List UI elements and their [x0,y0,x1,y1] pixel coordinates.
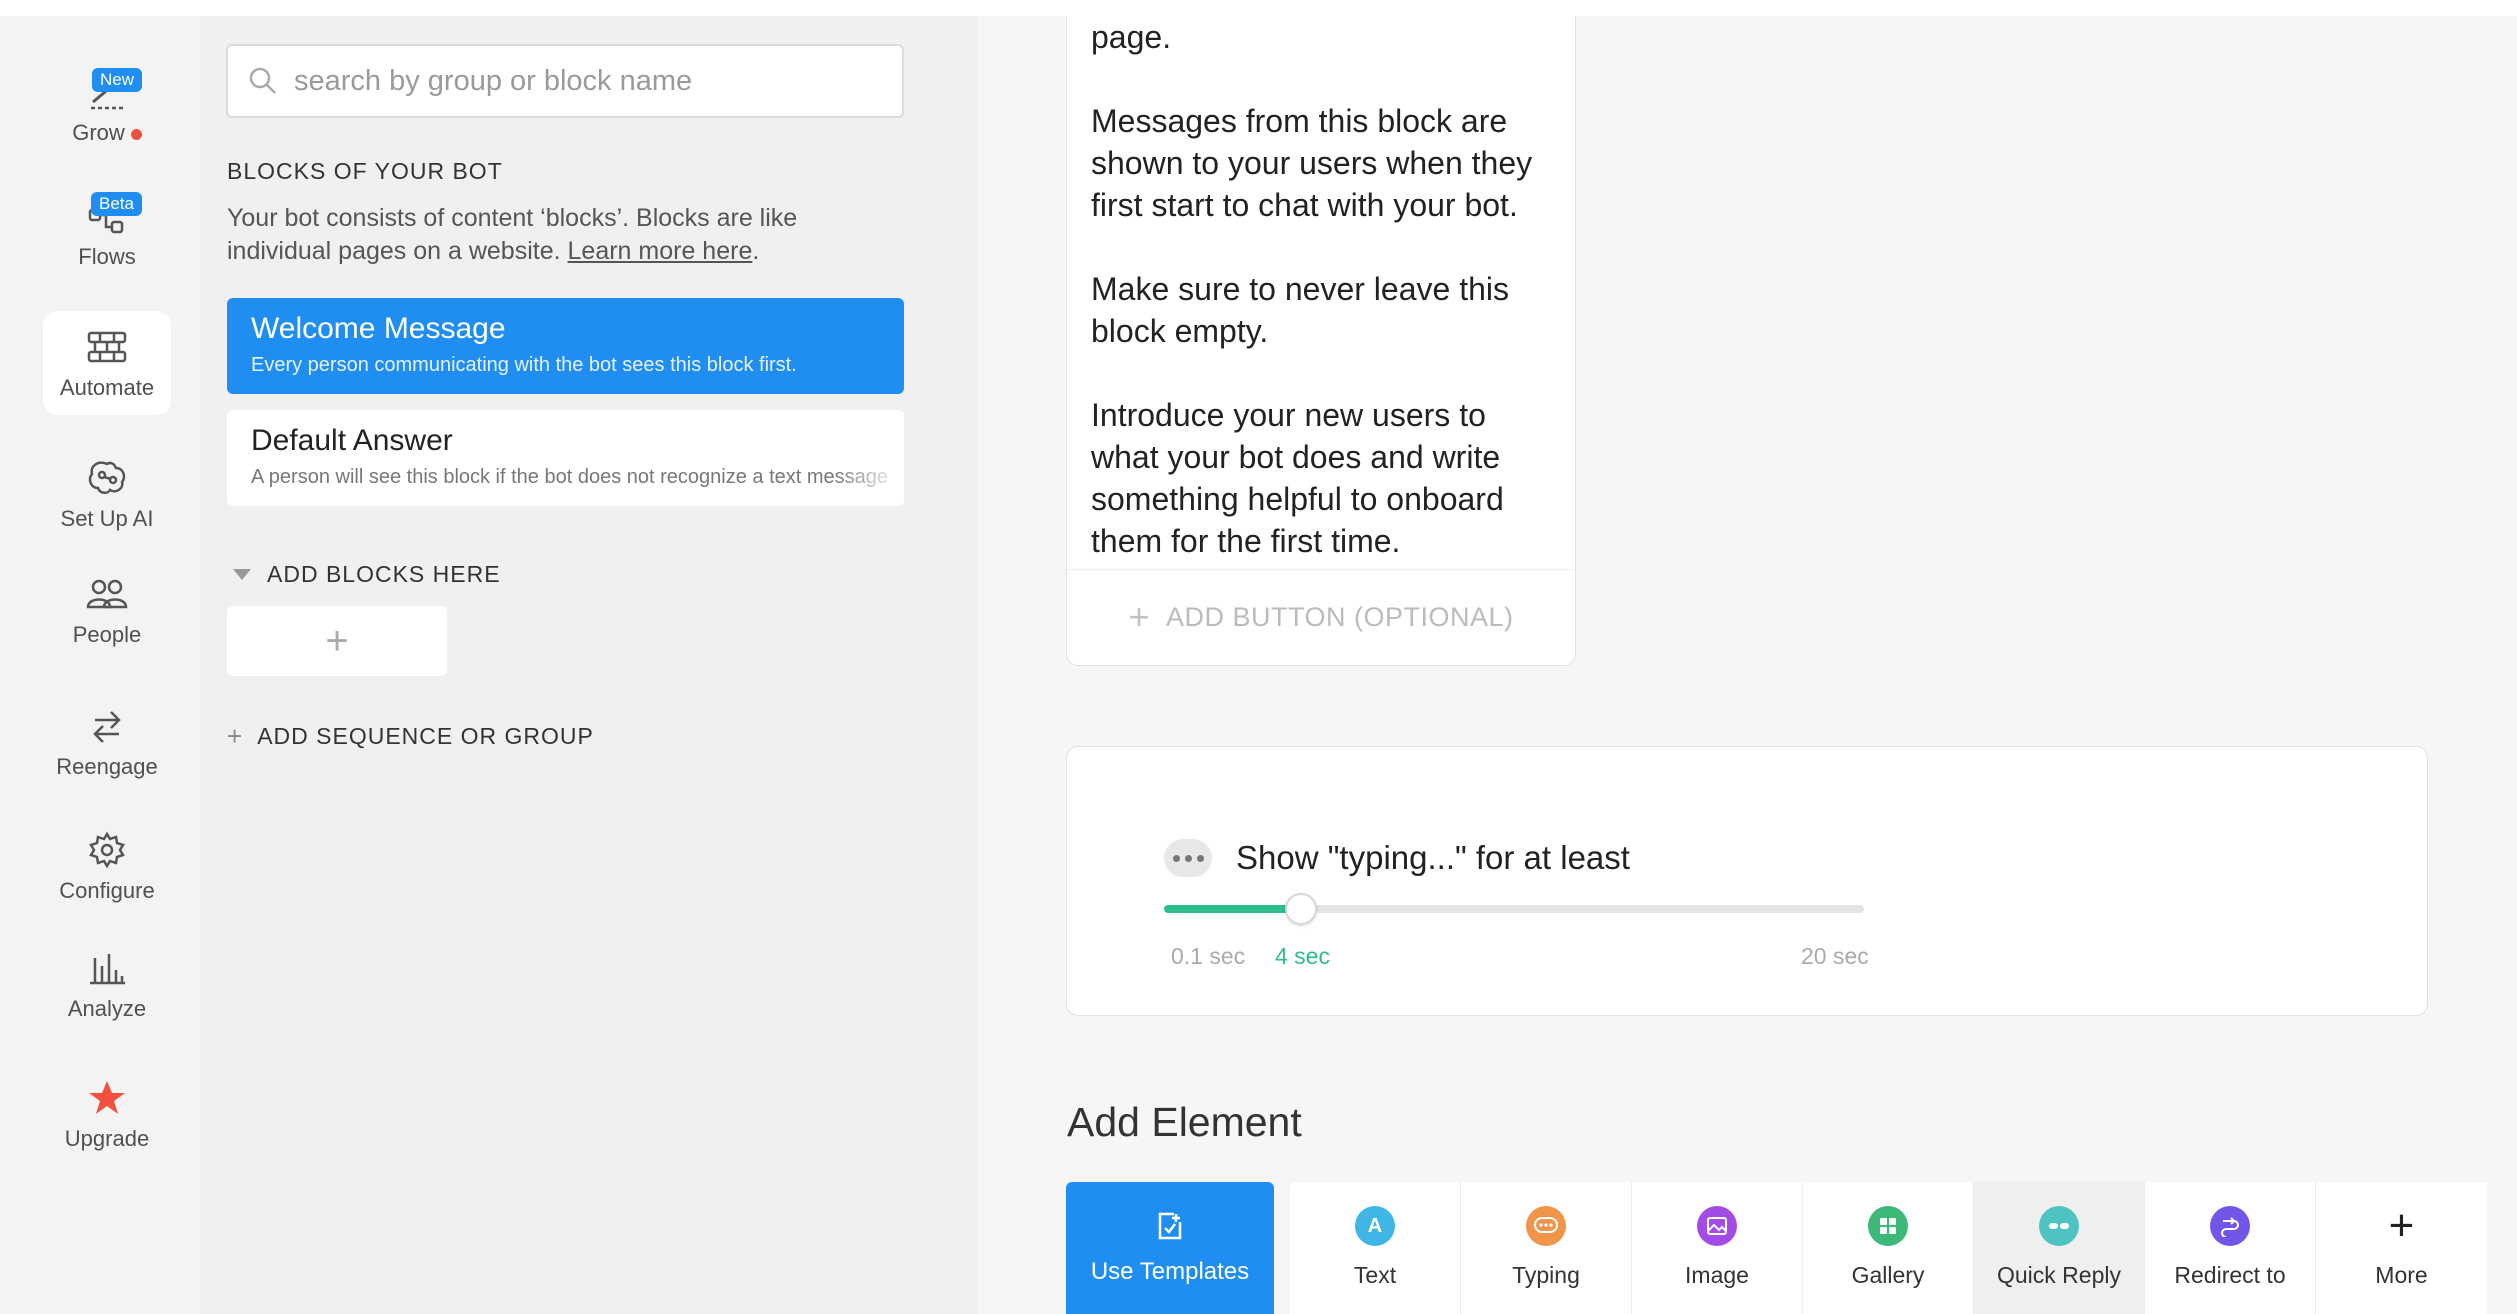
plus-icon: + [227,721,244,751]
nav-label-flows: Flows [78,244,136,269]
learn-more-link[interactable]: Learn more here [568,237,753,265]
add-button-optional[interactable]: + ADD BUTTON (OPTIONAL) [1067,596,1575,638]
add-blocks-title: ADD BLOCKS HERE [267,561,501,587]
add-button-label: ADD BUTTON (OPTIONAL) [1166,601,1514,632]
add-element-bar: Use Templates A Text Typing Image Galler… [1066,1182,2487,1314]
nav-label-reengage: Reengage [56,754,158,779]
block-default-answer[interactable]: Default Answer A person will see this bl… [227,410,904,506]
element-label: Redirect to [2174,1262,2286,1288]
search-input[interactable] [294,64,894,98]
add-gallery-button[interactable]: Gallery [1803,1182,1974,1314]
plus-icon: + [2388,1201,2415,1250]
search-icon [249,67,276,94]
nav-item-automate[interactable]: Automate [43,311,171,415]
nav-item-grow[interactable]: New Grow [43,56,171,160]
nav-label-automate: Automate [59,375,155,400]
quick-reply-icon [2039,1206,2079,1246]
block-title: Welcome Message [251,312,506,345]
add-block-button[interactable]: + [227,606,447,676]
add-typing-button[interactable]: Typing [1461,1182,1632,1314]
typing-title: Show "typing..." for at least [1236,839,1630,876]
more-elements-button[interactable]: + More [2316,1182,2487,1314]
collapse-triangle-icon [233,569,251,580]
plus-icon: + [1128,596,1150,637]
grow-icon: New [85,68,142,114]
add-text-button[interactable]: A Text [1290,1182,1461,1314]
nav-label-configure: Configure [59,878,155,903]
element-label: Quick Reply [1997,1262,2121,1288]
blocks-description: Your bot consists of content ‘blocks’. B… [227,204,798,265]
add-redirect-button[interactable]: Redirect to [2145,1182,2316,1314]
typing-dots-icon [1164,839,1212,877]
element-label: Image [1685,1262,1749,1288]
blocks-section-title: BLOCKS OF YOUR BOT [227,158,503,184]
slider-max-label: 20 sec [1801,943,1869,969]
app-window: New Grow Beta Flows Automate Set Up AI P… [0,16,2517,1314]
typing-icon [1526,1206,1566,1246]
nav-label-analyze: Analyze [67,996,147,1021]
element-label: Typing [1512,1262,1580,1288]
flows-icon: Beta [85,192,142,238]
use-templates-button[interactable]: Use Templates [1066,1182,1274,1314]
slider-thumb[interactable] [1285,893,1317,925]
new-badge: New [91,68,142,92]
gear-icon [85,828,129,872]
typing-header: Show "typing..." for at least [1164,839,1630,877]
add-element-title: Add Element [1067,1099,1302,1145]
gallery-icon [1868,1206,1908,1246]
element-label: Gallery [1851,1262,1925,1288]
redirect-icon [2210,1206,2250,1246]
divider [1067,569,1575,570]
text-paragraph: page. [1091,19,1172,55]
beta-badge: Beta [91,192,142,216]
add-sequence-label: ADD SEQUENCE OR GROUP [257,723,594,749]
block-subtitle: Every person communicating with the bot … [251,354,797,376]
search-box[interactable] [226,44,904,118]
nav-label-set-up-ai: Set Up AI [60,506,154,531]
block-welcome-message[interactable]: Welcome Message Every person communicati… [227,298,904,394]
typing-duration-slider[interactable] [1164,893,1864,925]
notification-dot [130,128,142,140]
element-label: Text [1353,1262,1397,1288]
add-blocks-toggle[interactable]: ADD BLOCKS HERE [227,561,501,588]
bar-chart-icon [85,946,129,990]
add-sequence-button[interactable]: + ADD SEQUENCE OR GROUP [227,721,594,752]
left-nav: New Grow Beta Flows Automate Set Up AI P… [0,16,200,1314]
star-icon [85,1076,129,1120]
nav-label-grow: Grow [72,120,125,145]
use-templates-label: Use Templates [1090,1258,1250,1285]
element-label: More [2375,1262,2428,1288]
nav-item-flows[interactable]: Beta Flows [43,180,171,284]
add-quick-reply-button[interactable]: Quick Reply [1974,1182,2145,1314]
slider-fill [1164,905,1301,913]
nav-item-configure[interactable]: Configure [43,814,171,918]
automate-icon [85,325,129,369]
block-editor: page. Messages from this block are shown… [978,16,2517,1314]
block-subtitle: A person will see this block if the bot … [251,466,889,488]
reengage-icon [85,704,129,748]
nav-item-analyze[interactable]: Analyze [43,932,171,1036]
image-icon [1697,1206,1737,1246]
text-paragraph: Make sure to never leave this block empt… [1091,271,1509,349]
text-paragraph: Introduce your new users to what your bo… [1091,397,1504,559]
text-fade [834,410,904,506]
text-paragraph: Messages from this block are shown to yo… [1091,103,1533,223]
nav-item-reengage[interactable]: Reengage [43,690,171,794]
people-icon [85,572,129,616]
add-image-button[interactable]: Image [1632,1182,1803,1314]
slider-value-label: 4 sec [1275,943,1330,969]
nav-item-upgrade[interactable]: Upgrade [43,1062,171,1166]
typing-card: Show "typing..." for at least 0.1 sec 4 … [1066,746,2428,1016]
text-icon: A [1355,1206,1395,1246]
slider-min-label: 0.1 sec [1171,943,1246,969]
nav-item-people[interactable]: People [43,558,171,662]
nav-label-upgrade: Upgrade [64,1126,150,1151]
ai-brain-icon [85,456,129,500]
templates-icon [1158,1212,1182,1240]
nav-label-people: People [72,622,142,647]
text-card[interactable]: page. Messages from this block are shown… [1066,16,1576,666]
block-title: Default Answer [251,424,453,457]
nav-item-set-up-ai[interactable]: Set Up AI [43,442,171,546]
blocks-panel: BLOCKS OF YOUR BOT Your bot consists of … [200,16,978,1314]
